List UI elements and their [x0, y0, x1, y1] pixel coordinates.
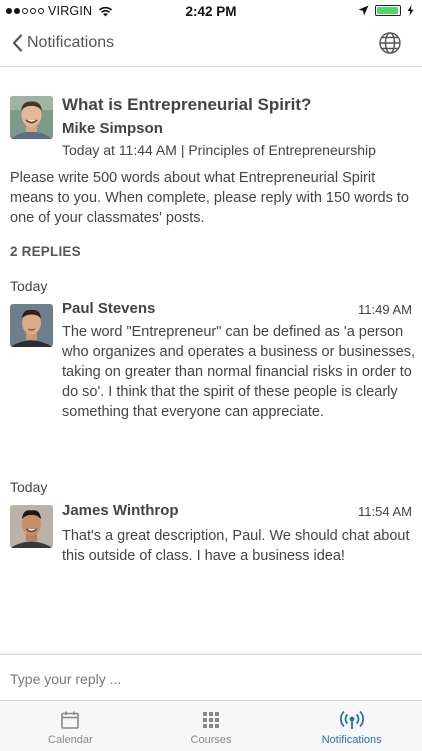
replies-count: 2 REPLIES — [10, 244, 81, 259]
charging-bolt-icon — [407, 5, 414, 16]
back-button[interactable]: Notifications — [12, 34, 114, 52]
tab-bar: Calendar Courses Notifications — [0, 700, 422, 751]
reply-author: James Winthrop — [62, 502, 179, 519]
reply-time: 11:49 AM — [358, 302, 412, 317]
chevron-left-icon — [12, 34, 23, 52]
reply-input[interactable] — [8, 665, 412, 693]
post-body: Please write 500 words about what Entrep… — [10, 170, 409, 226]
post-author: Mike Simpson — [62, 120, 163, 137]
reply-composer — [0, 654, 422, 701]
reply-day-label: Today — [10, 479, 48, 495]
reply-text: That's a great description, Paul. We sho… — [62, 528, 410, 564]
tab-notifications-label: Notifications — [321, 734, 382, 746]
tab-calendar[interactable]: Calendar — [0, 701, 141, 751]
status-right — [358, 5, 414, 16]
reply-text: The word "Entrepreneur" can be defined a… — [62, 324, 416, 420]
avatar — [10, 96, 53, 139]
broadcast-icon — [339, 710, 364, 729]
post-meta: Today at 11:44 AM | Principles of Entrep… — [62, 142, 376, 158]
tab-calendar-label: Calendar — [48, 734, 93, 746]
avatar — [10, 505, 53, 548]
location-arrow-icon — [358, 5, 369, 16]
tab-courses-label: Courses — [190, 734, 232, 746]
tab-courses[interactable]: Courses — [141, 701, 282, 751]
battery-icon — [375, 5, 401, 16]
tab-notifications[interactable]: Notifications — [281, 701, 422, 751]
globe-button[interactable] — [378, 31, 402, 60]
reply-time: 11:54 AM — [358, 504, 412, 519]
calendar-icon — [61, 711, 80, 729]
reply-author: Paul Stevens — [62, 300, 156, 317]
globe-icon — [379, 32, 401, 54]
status-bar: VIRGIN 2:42 PM — [0, 0, 422, 22]
grid-icon — [203, 712, 219, 728]
post-title: What is Entrepreneurial Spirit? — [62, 95, 312, 114]
avatar — [10, 304, 53, 347]
navigation-bar: Notifications — [0, 22, 422, 67]
back-button-label: Notifications — [27, 34, 115, 51]
reply-day-label: Today — [10, 278, 48, 294]
